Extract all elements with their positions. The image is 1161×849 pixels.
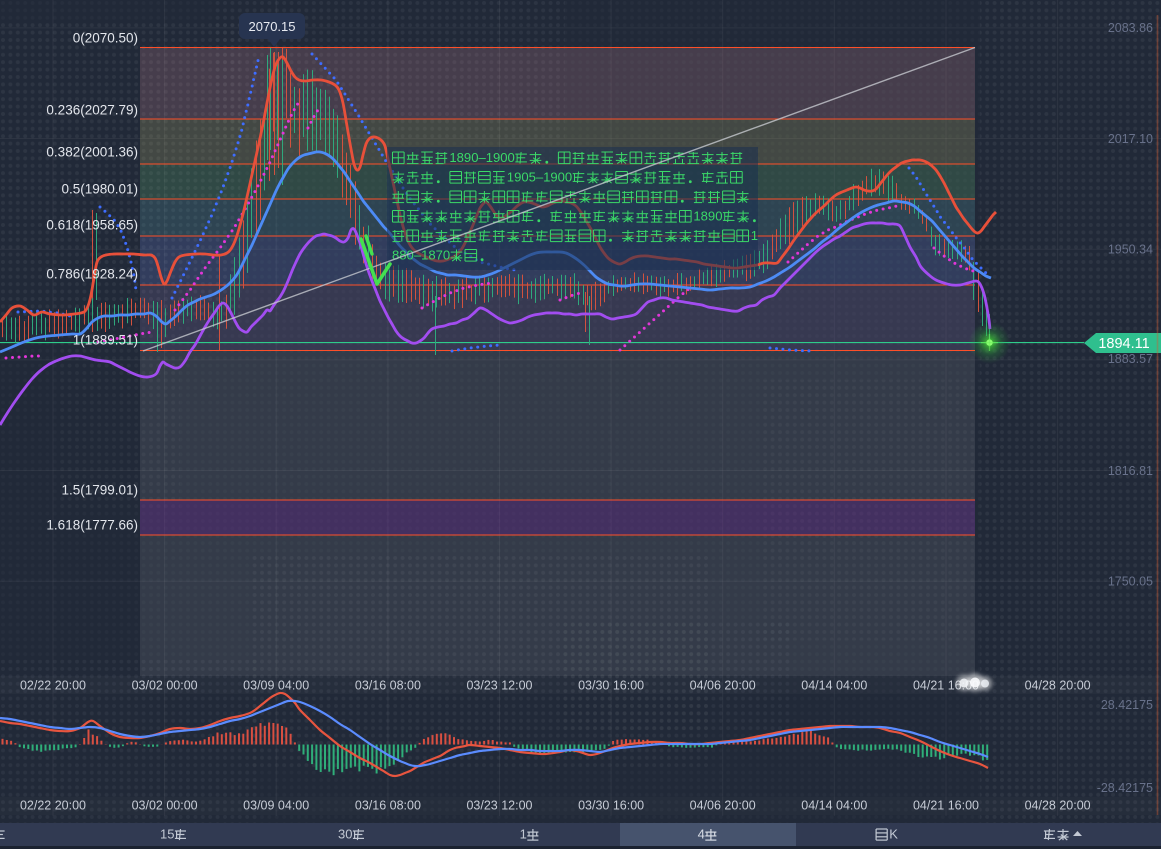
svg-text:04/14 04:00: 04/14 04:00 bbox=[801, 679, 867, 693]
svg-text:04/28 20:00: 04/28 20:00 bbox=[1025, 679, 1091, 693]
svg-text:28.42175: 28.42175 bbox=[1101, 698, 1153, 712]
svg-text:1894.11: 1894.11 bbox=[1098, 336, 1149, 352]
svg-text:2083.86: 2083.86 bbox=[1108, 21, 1153, 35]
svg-text:K: K bbox=[889, 827, 898, 842]
svg-text:2017.10: 2017.10 bbox=[1108, 132, 1153, 146]
svg-text:0.382(2001.36): 0.382(2001.36) bbox=[46, 145, 138, 160]
svg-text:30: 30 bbox=[338, 827, 352, 842]
svg-text:04/28 20:00: 04/28 20:00 bbox=[1025, 799, 1091, 813]
svg-text:1: 1 bbox=[520, 827, 527, 842]
svg-text:03/02 00:00: 03/02 00:00 bbox=[132, 679, 198, 693]
svg-text:03/23 12:00: 03/23 12:00 bbox=[466, 679, 532, 693]
svg-text:0(2070.50): 0(2070.50) bbox=[73, 31, 138, 46]
svg-text:15: 15 bbox=[160, 827, 174, 842]
svg-text:03/09 04:00: 03/09 04:00 bbox=[243, 799, 309, 813]
svg-text:04/21 16:00: 04/21 16:00 bbox=[913, 799, 979, 813]
svg-text:0.786(1928.24): 0.786(1928.24) bbox=[46, 267, 138, 282]
svg-text:02/22 20:00: 02/22 20:00 bbox=[20, 799, 86, 813]
svg-text:03/30 16:00: 03/30 16:00 bbox=[578, 679, 644, 693]
svg-text:1883.57: 1883.57 bbox=[1108, 352, 1153, 366]
svg-text:03/09 04:00: 03/09 04:00 bbox=[243, 679, 309, 693]
svg-text:1905–1900: 1905–1900 bbox=[507, 170, 572, 185]
svg-text:1890: 1890 bbox=[693, 209, 722, 224]
svg-text:4: 4 bbox=[698, 827, 705, 842]
svg-text:1950.34: 1950.34 bbox=[1108, 243, 1153, 257]
svg-text:03/16 08:00: 03/16 08:00 bbox=[355, 679, 421, 693]
svg-text:03/23 12:00: 03/23 12:00 bbox=[466, 799, 532, 813]
svg-text:1890–1900: 1890–1900 bbox=[449, 150, 514, 165]
svg-text:02/22 20:00: 02/22 20:00 bbox=[20, 679, 86, 693]
svg-text:03/30 16:00: 03/30 16:00 bbox=[578, 799, 644, 813]
svg-text:04/14 04:00: 04/14 04:00 bbox=[801, 799, 867, 813]
svg-text:1750.05: 1750.05 bbox=[1108, 575, 1153, 589]
svg-text:-28.42175: -28.42175 bbox=[1097, 781, 1153, 795]
svg-text:1816.81: 1816.81 bbox=[1108, 464, 1153, 478]
svg-text:2070.15: 2070.15 bbox=[249, 19, 296, 34]
svg-text:04/06 20:00: 04/06 20:00 bbox=[690, 799, 756, 813]
svg-text:0.5(1980.01): 0.5(1980.01) bbox=[61, 182, 138, 197]
svg-text:1.5(1799.01): 1.5(1799.01) bbox=[61, 483, 138, 498]
svg-text:1(1889.51): 1(1889.51) bbox=[73, 333, 138, 348]
svg-text:1.618(1777.66): 1.618(1777.66) bbox=[46, 518, 138, 533]
svg-text:1: 1 bbox=[751, 228, 758, 243]
svg-text:04/06 20:00: 04/06 20:00 bbox=[690, 679, 756, 693]
svg-text:0.618(1958.65): 0.618(1958.65) bbox=[46, 218, 138, 233]
svg-text:03/16 08:00: 03/16 08:00 bbox=[355, 799, 421, 813]
svg-text:03/02 00:00: 03/02 00:00 bbox=[132, 799, 198, 813]
svg-text:0.236(2027.79): 0.236(2027.79) bbox=[46, 103, 138, 118]
